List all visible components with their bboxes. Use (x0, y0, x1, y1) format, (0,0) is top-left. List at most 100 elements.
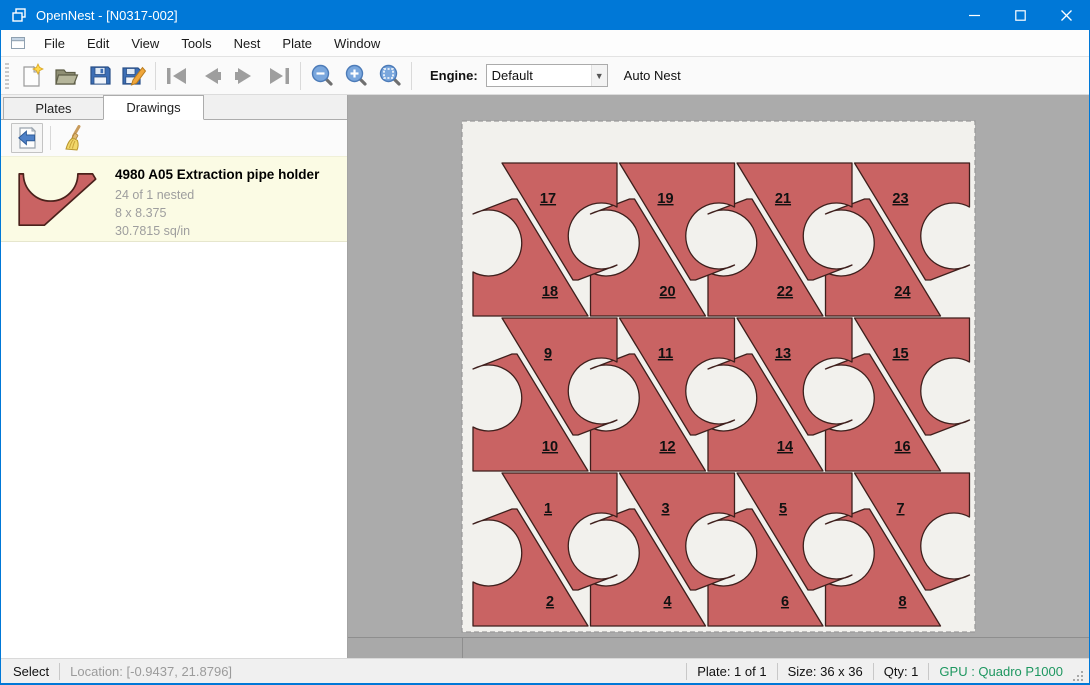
save-as-button[interactable] (117, 60, 151, 92)
main-toolbar: Engine: Default ▼ Auto Nest (1, 57, 1089, 95)
part-number-label: 14 (777, 439, 793, 455)
minimize-icon (969, 10, 980, 21)
status-separator (777, 663, 778, 680)
go-previous-icon (198, 65, 224, 87)
close-icon (1061, 10, 1072, 21)
open-file-button[interactable] (49, 60, 83, 92)
auto-nest-button[interactable]: Auto Nest (614, 62, 691, 89)
status-bar: Select Location: [-0.9437, 21.8796] Plat… (1, 658, 1089, 685)
go-last-button[interactable] (262, 60, 296, 92)
title-bar: OpenNest - [N0317-002] (1, 0, 1089, 30)
part-number-label: 22 (777, 284, 793, 300)
part-number-label: 12 (659, 439, 675, 455)
go-first-button[interactable] (160, 60, 194, 92)
tab-plates[interactable]: Plates (3, 97, 104, 119)
part-number-label: 6 (781, 594, 789, 610)
zoom-out-button[interactable] (305, 60, 339, 92)
maximize-icon (1015, 10, 1026, 21)
import-drawing-button[interactable] (11, 123, 43, 153)
panel-tabs: PlatesDrawings (1, 95, 347, 120)
status-mode: Select (13, 664, 49, 679)
part-number-label: 1 (544, 501, 552, 517)
menu-nest[interactable]: Nest (223, 32, 272, 55)
document-icon[interactable] (10, 35, 27, 51)
engine-value: Default (487, 68, 591, 83)
part-number-label: 10 (542, 439, 558, 455)
part-number-label: 24 (894, 284, 910, 300)
drawing-nested-count: 24 of 1 nested (115, 186, 319, 204)
window-title: OpenNest - [N0317-002] (36, 8, 178, 23)
part-number-label: 23 (892, 191, 908, 207)
drawing-size: 8 x 8.375 (115, 204, 319, 222)
drawing-list-item[interactable]: 4980 A05 Extraction pipe holder 24 of 1 … (1, 156, 347, 242)
status-separator (59, 663, 60, 680)
import-drawing-icon (15, 126, 39, 150)
part-number-label: 19 (657, 191, 673, 207)
part-number-label: 9 (544, 346, 552, 362)
part-number-label: 18 (542, 284, 558, 300)
go-next-icon (232, 65, 258, 87)
broom-icon (62, 125, 86, 151)
status-location: Location: [-0.9437, 21.8796] (70, 664, 232, 679)
chevron-down-icon[interactable]: ▼ (591, 65, 607, 86)
toolbar-grip[interactable] (5, 63, 9, 89)
drawing-title: 4980 A05 Extraction pipe holder (115, 167, 319, 182)
zoom-in-icon (344, 63, 369, 88)
maximize-button[interactable] (997, 0, 1043, 30)
part-thumbnail (15, 165, 103, 233)
status-plate: Plate: 1 of 1 (697, 664, 766, 679)
save-as-icon (121, 63, 147, 89)
horizontal-scrollbar[interactable] (348, 637, 1089, 658)
part-number-label: 21 (775, 191, 791, 207)
zoom-out-icon (310, 63, 335, 88)
menu-bar: FileEditViewToolsNestPlateWindow (1, 30, 1089, 57)
engine-combobox[interactable]: Default ▼ (486, 64, 608, 87)
panel-toolbar-separator (50, 126, 51, 150)
status-separator (928, 663, 929, 680)
status-qty: Qty: 1 (884, 664, 919, 679)
zoom-extents-button[interactable] (373, 60, 407, 92)
part-number-label: 17 (540, 191, 556, 207)
part-number-label: 7 (896, 501, 904, 517)
app-icon[interactable] (11, 7, 27, 23)
status-separator (686, 663, 687, 680)
go-previous-button[interactable] (194, 60, 228, 92)
resize-grip[interactable] (1071, 669, 1085, 683)
panel-toolbar (1, 120, 347, 156)
nest-plate-view[interactable]: 171819202122232491011121314151612345678 (348, 95, 1090, 637)
tab-drawings[interactable]: Drawings (103, 95, 204, 120)
new-document-button[interactable] (15, 60, 49, 92)
part-number-label: 4 (663, 594, 671, 610)
menu-window[interactable]: Window (323, 32, 391, 55)
part-number-label: 8 (898, 594, 906, 610)
minimize-button[interactable] (951, 0, 997, 30)
status-separator (873, 663, 874, 680)
toolbar-separator (411, 62, 412, 90)
menu-edit[interactable]: Edit (76, 32, 120, 55)
toolbar-separator (300, 62, 301, 90)
part-number-label: 3 (661, 501, 669, 517)
toolbar-separator (155, 62, 156, 90)
go-first-icon (164, 65, 190, 87)
menu-tools[interactable]: Tools (170, 32, 222, 55)
status-size: Size: 36 x 36 (788, 664, 863, 679)
nest-canvas[interactable]: 171819202122232491011121314151612345678 (348, 95, 1089, 658)
drawing-area: 30.7815 sq/in (115, 222, 319, 240)
menu-file[interactable]: File (33, 32, 76, 55)
menu-view[interactable]: View (120, 32, 170, 55)
clean-drawings-button[interactable] (58, 123, 90, 153)
part-number-label: 20 (659, 284, 675, 300)
part-number-label: 13 (775, 346, 791, 362)
zoom-extents-icon (378, 63, 403, 88)
go-next-button[interactable] (228, 60, 262, 92)
part-number-label: 16 (894, 439, 910, 455)
part-number-label: 11 (658, 346, 673, 362)
save-button[interactable] (83, 60, 117, 92)
zoom-in-button[interactable] (339, 60, 373, 92)
close-button[interactable] (1043, 0, 1089, 30)
new-document-icon (20, 63, 45, 89)
status-gpu: GPU : Quadro P1000 (939, 664, 1063, 679)
save-icon (88, 63, 113, 88)
menu-plate[interactable]: Plate (271, 32, 323, 55)
drawings-panel: PlatesDrawings (1, 95, 348, 658)
